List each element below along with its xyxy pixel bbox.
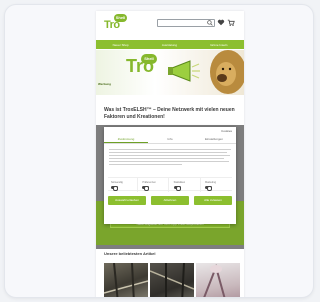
consent-buttons: Auswahl erlauben Ablehnen Alle zulassen: [108, 196, 232, 205]
consent-powered-label: Cookies: [221, 129, 232, 133]
section-title: Unsere beliebtesten Artikel: [104, 251, 156, 256]
heart-icon[interactable]: [217, 18, 225, 27]
logo-badge: Shell: [114, 14, 127, 22]
preview-card: Tro Shell Neuer Shop Ausrüstung Grüne In…: [4, 4, 314, 298]
toggle-statistics[interactable]: Statistiken: [171, 178, 201, 192]
site-header: Tro Shell: [96, 11, 244, 39]
hero-banner[interactable]: Tro Shell Werbung: [96, 50, 244, 95]
product-image[interactable]: [104, 263, 148, 297]
tab-settings[interactable]: Einstellungen: [192, 135, 236, 143]
nav-item[interactable]: Neuer Shop: [113, 43, 129, 47]
product-image[interactable]: [150, 263, 194, 297]
toggle-necessary[interactable]: Notwendig: [108, 178, 138, 192]
lion-image: [210, 50, 244, 94]
consent-description: [109, 149, 231, 167]
consent-toggles: Notwendig Präferenzen Statistiken Market…: [108, 177, 232, 192]
main-nav: Neuer Shop Ausrüstung Grüne Inseln: [96, 40, 244, 49]
hero-subtext: Werbung: [98, 82, 111, 86]
toggle-switch[interactable]: [173, 186, 181, 191]
product-image[interactable]: [196, 263, 240, 297]
deny-button[interactable]: Ablehnen: [151, 196, 189, 205]
page-heading: Was ist TroxELSH™ – Deine Netzwerk mit v…: [104, 107, 235, 120]
toggle-label: Marketing: [204, 181, 216, 184]
search-input[interactable]: [157, 19, 215, 27]
hero-badge: Shell: [141, 54, 157, 64]
allow-selection-button[interactable]: Auswahl erlauben: [108, 196, 146, 205]
megaphone-icon: [168, 60, 200, 82]
tab-details[interactable]: Info: [148, 135, 192, 143]
cookie-consent-dialog: Cookies Zustimmung Info Einstellungen No…: [104, 127, 236, 224]
product-thumbnails: [104, 263, 244, 297]
toggle-label: Präferenzen: [142, 181, 156, 184]
toggle-label: Notwendig: [111, 181, 123, 184]
toggle-switch[interactable]: [142, 186, 150, 191]
toggle-label: Statistiken: [173, 181, 186, 184]
search-icon[interactable]: [207, 20, 213, 26]
tab-consent[interactable]: Zustimmung: [104, 135, 148, 143]
toggle-marketing[interactable]: Marketing: [202, 178, 232, 192]
toggle-switch[interactable]: [111, 186, 118, 191]
consent-tabs: Zustimmung Info Einstellungen: [104, 135, 236, 144]
allow-all-button[interactable]: Alle zulassen: [194, 196, 232, 205]
nav-item[interactable]: Ausrüstung: [162, 43, 177, 47]
toggle-preferences[interactable]: Präferenzen: [139, 178, 170, 192]
site-logo[interactable]: Tro Shell: [102, 14, 128, 34]
nav-item[interactable]: Grüne Inseln: [210, 43, 227, 47]
toggle-switch[interactable]: [204, 186, 212, 191]
mobile-page-preview: Tro Shell Neuer Shop Ausrüstung Grüne In…: [96, 11, 244, 297]
cart-icon[interactable]: [227, 18, 235, 27]
